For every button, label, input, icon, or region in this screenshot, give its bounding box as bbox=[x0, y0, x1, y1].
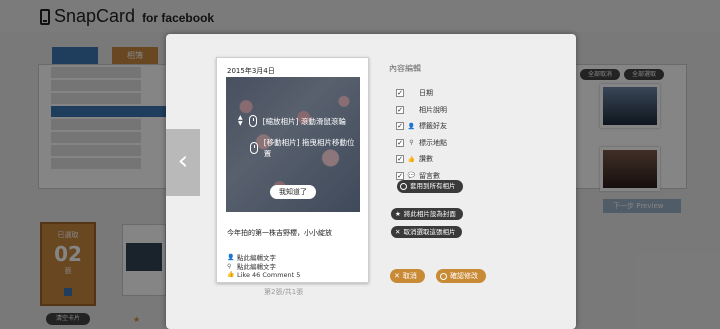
confirm-label: 確認修改 bbox=[450, 272, 478, 280]
updown-arrows-icon: ▲ ▼ bbox=[238, 114, 243, 127]
pin-icon: ⚲ bbox=[409, 139, 414, 147]
close-icon: ✕ bbox=[394, 272, 400, 280]
chevron-left-icon: ‹ bbox=[177, 146, 189, 176]
prev-photo-button[interactable]: ‹ bbox=[166, 129, 200, 196]
checkbox-location[interactable]: ✓ bbox=[396, 138, 404, 147]
confirm-button[interactable]: 確認修改 bbox=[436, 269, 486, 283]
option-date[interactable]: ✓ 日期 bbox=[396, 85, 447, 102]
zoom-tip-text: [縮放相片] 滾動滑鼠滾輪 bbox=[262, 116, 346, 126]
zoom-tip: ▲ ▼ [縮放相片] 滾動滑鼠滾輪 bbox=[238, 115, 346, 127]
option-caption[interactable]: ✓ 相片說明 bbox=[396, 102, 447, 119]
apply-to-all-label: 套用到所有相片 bbox=[410, 182, 456, 190]
checkbox-date[interactable]: ✓ bbox=[396, 89, 404, 98]
checkbox-comments[interactable]: ✓ bbox=[396, 171, 404, 180]
option-likes[interactable]: ✓ 👍 讚數 bbox=[396, 151, 447, 168]
set-cover-button[interactable]: ★ 將此相片設為封面 bbox=[391, 208, 463, 220]
meta-location[interactable]: ⚲ 點此編輯文字 bbox=[227, 263, 300, 272]
card-caption[interactable]: 今年拍的第一株吉野櫻，小小綻放 bbox=[227, 228, 332, 238]
meta-likes-text: Like 46 Comment 5 bbox=[237, 271, 301, 279]
thumb-icon: 👍 bbox=[227, 271, 235, 278]
option-likes-label: 讚數 bbox=[419, 155, 433, 164]
content-options: ✓ 日期 ✓ 相片說明 ✓ 👤 標籤好友 ✓ ⚲ 標示地點 ✓ 👍 讚數 ✓ 💬… bbox=[396, 85, 447, 184]
panel-title: 內容編輯 bbox=[389, 64, 421, 73]
meta-likes: 👍 Like 46 Comment 5 bbox=[227, 271, 300, 280]
star-icon: ★ bbox=[395, 210, 401, 218]
checkbox-likes[interactable]: ✓ bbox=[396, 155, 404, 164]
option-date-label: 日期 bbox=[419, 89, 433, 98]
comment-icon: 💬 bbox=[407, 172, 416, 180]
got-it-button[interactable]: 我知道了 bbox=[270, 185, 316, 199]
check-circle-icon bbox=[400, 183, 407, 190]
meta-location-text: 點此編輯文字 bbox=[237, 262, 276, 271]
close-icon: ✕ bbox=[395, 228, 401, 236]
checkbox-caption[interactable]: ✓ bbox=[396, 105, 404, 114]
cancel-button[interactable]: ✕ 取消 bbox=[390, 269, 425, 283]
checkbox-tag-friends[interactable]: ✓ bbox=[396, 122, 404, 131]
apply-to-all-button[interactable]: 套用到所有相片 bbox=[397, 180, 463, 193]
option-caption-label: 相片說明 bbox=[419, 105, 447, 114]
page-indicator: 第2張/共1張 bbox=[264, 288, 304, 296]
person-icon: 👤 bbox=[227, 254, 235, 261]
card-preview: 2015年3月4日 ▲ ▼ [縮放相片] 滾動滑鼠滾輪 [移動相片] 拖曳相片移動… bbox=[216, 57, 369, 283]
move-tip-text: [移動相片] 拖曳相片移動位置 bbox=[263, 138, 355, 158]
meta-friends[interactable]: 👤 點此編輯文字 bbox=[227, 254, 300, 263]
option-location-label: 標示地點 bbox=[419, 138, 447, 147]
scroll-mouse-icon bbox=[248, 115, 257, 127]
deselect-photo-label: 取消選取這張相片 bbox=[403, 228, 456, 236]
card-date[interactable]: 2015年3月4日 bbox=[227, 66, 275, 76]
option-location[interactable]: ✓ ⚲ 標示地點 bbox=[396, 135, 447, 152]
circle-icon bbox=[440, 272, 447, 280]
thumb-icon: 👍 bbox=[407, 155, 416, 163]
person-icon: 👤 bbox=[407, 122, 416, 130]
meta-friends-text: 點此編輯文字 bbox=[237, 254, 276, 262]
pin-icon: ⚲ bbox=[227, 262, 232, 270]
set-cover-label: 將此相片設為封面 bbox=[403, 210, 456, 218]
cancel-label: 取消 bbox=[402, 272, 417, 280]
card-photo[interactable]: ▲ ▼ [縮放相片] 滾動滑鼠滾輪 [移動相片] 拖曳相片移動位置 我知道了 bbox=[226, 77, 360, 212]
card-meta: 👤 點此編輯文字 ⚲ 點此編輯文字 👍 Like 46 Comment 5 bbox=[227, 254, 300, 280]
deselect-photo-button[interactable]: ✕ 取消選取這張相片 bbox=[391, 226, 463, 238]
drag-mouse-icon bbox=[249, 142, 258, 154]
move-tip: [移動相片] 拖曳相片移動位置 bbox=[238, 137, 360, 159]
option-tag-friends-label: 標籤好友 bbox=[419, 122, 447, 131]
option-tag-friends[interactable]: ✓ 👤 標籤好友 bbox=[396, 118, 447, 135]
